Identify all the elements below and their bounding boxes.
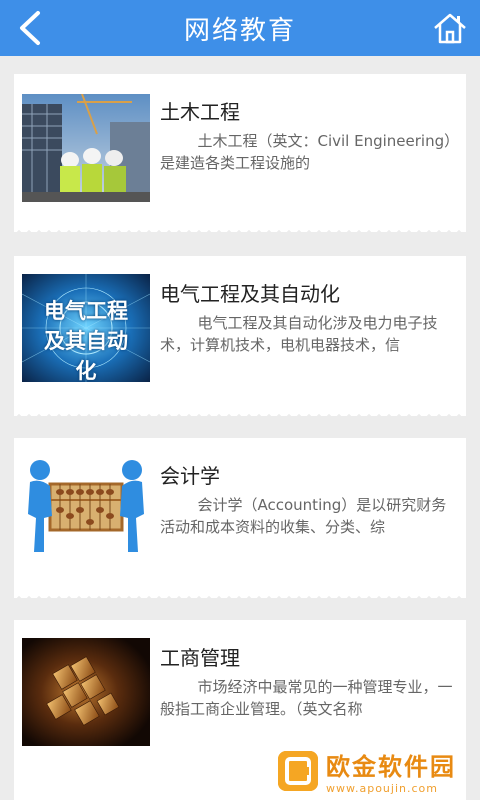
list-item[interactable]: 电气工程及其自动化 电气工程及其自动化 电气工程及其自动化涉及电力电子技术，计算… [14,256,466,416]
item-description: 电气工程及其自动化涉及电力电子技术，计算机技术，电机电器技术，信 [160,314,438,354]
watermark-url: www.apoujin.com [326,782,438,795]
golden-gear-puzzle-image [22,638,150,746]
zigzag-divider [14,224,466,232]
list-item[interactable]: 土木工程 土木工程（英文：Civil Engineering）是建造各类工程设施… [14,74,466,232]
back-button[interactable] [8,6,52,50]
zigzag-divider [14,408,466,416]
item-title: 会计学 [160,464,220,488]
app-header: 网络教育 [0,0,480,56]
page-title: 网络教育 [183,15,296,46]
item-title: 土木工程 [160,100,240,124]
site-logo-icon [278,751,318,791]
item-description: 市场经济中最常见的一种管理专业，一般指工商企业管理。（英文名称 [160,678,453,718]
home-button[interactable] [428,6,472,50]
image-caption: 电气工程及其自动化 [44,299,128,382]
chevron-left-icon [20,11,40,45]
watermark-name: 欧金软件园 [326,753,456,781]
item-description: 会计学（Accounting）是以研究财务活动和成本资料的收集、分类、综 [160,496,447,536]
construction-workers-image [22,94,150,202]
home-icon [434,13,466,44]
item-description: 土木工程（英文：Civil Engineering）是建造各类工程设施的 [160,132,452,172]
electrical-engineering-banner-image: 电气工程及其自动化 [22,274,150,382]
zigzag-divider [14,590,466,598]
watermark: 欧金软件园 www.apoujin.com [270,742,480,800]
item-title: 电气工程及其自动化 [160,282,340,306]
item-title: 工商管理 [160,646,240,670]
list-item[interactable]: 会计学 会计学（Accounting）是以研究财务活动和成本资料的收集、分类、综 [14,438,466,598]
abacus-figures-image [22,456,150,564]
